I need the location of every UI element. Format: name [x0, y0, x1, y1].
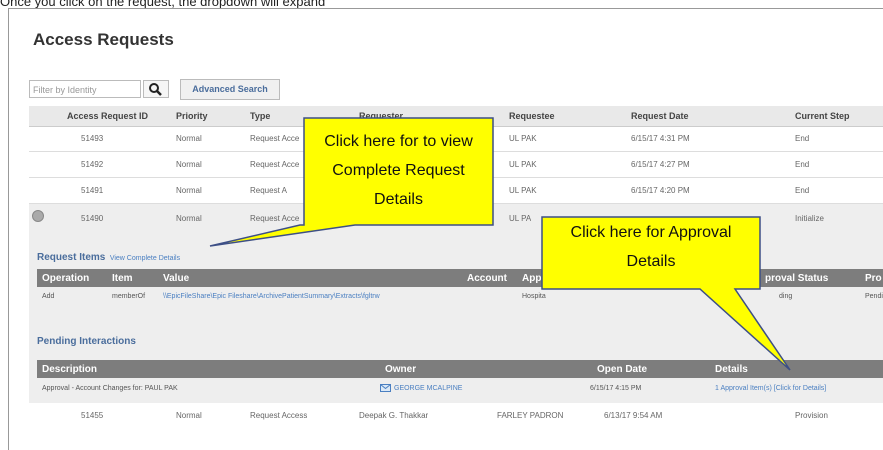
callout-line: Click here for to view	[324, 133, 473, 150]
approval-callout: Click here for Approval Details	[542, 218, 760, 276]
callout-line: Click here for Approval	[570, 224, 732, 241]
view-details-callout: Click here for to view Complete Request …	[304, 127, 493, 214]
callout-line: Complete Request	[332, 162, 465, 179]
callout-line: Details	[626, 253, 676, 270]
callout-line: Details	[374, 191, 423, 208]
